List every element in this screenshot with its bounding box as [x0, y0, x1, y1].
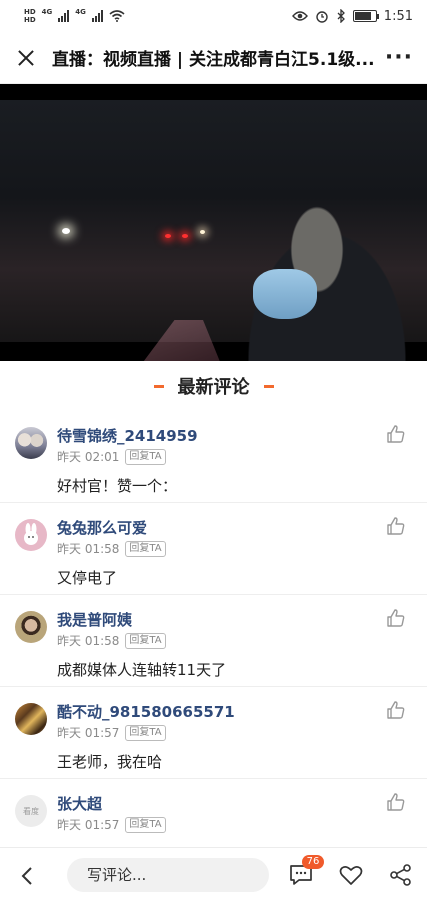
header-dash-right: [263, 384, 274, 388]
avatar[interactable]: [15, 427, 47, 459]
thumbs-up-icon[interactable]: [385, 791, 407, 813]
comment-username[interactable]: 张大超: [57, 793, 102, 814]
status-left: HD HD 4G 4G: [24, 8, 125, 24]
bottom-bar: 写评论... 76: [0, 847, 427, 915]
status-right: 1:51: [291, 8, 413, 24]
comment-meta: 昨天 01:58 回复TA: [57, 632, 166, 649]
reply-button[interactable]: 回复TA: [125, 816, 166, 833]
comment-item: 待雪锦绣_2414959 昨天 02:01 回复TA 好村官！赞一个：: [0, 411, 427, 503]
reply-button[interactable]: 回复TA: [125, 632, 166, 649]
comment-meta: 昨天 01:58 回复TA: [57, 540, 166, 557]
avatar[interactable]: 看度: [15, 795, 47, 827]
eye-icon: [291, 11, 308, 21]
reply-button[interactable]: 回复TA: [125, 724, 166, 741]
comment-meta: 昨天 02:01 回复TA: [57, 448, 166, 465]
comment-username[interactable]: 酷不动_981580665571: [57, 701, 235, 722]
avatar[interactable]: [15, 703, 47, 735]
header-dash-left: [153, 384, 164, 388]
avatar[interactable]: [15, 519, 47, 551]
streetlight: [200, 230, 205, 234]
battery-icon: [352, 10, 379, 22]
share-icon[interactable]: [388, 862, 414, 888]
clock: 1:51: [383, 8, 413, 24]
comment-time: 昨天 02:01: [57, 450, 120, 464]
section-title: 最新评论: [177, 377, 250, 398]
comment-text: 好村官！赞一个：: [57, 477, 178, 495]
thumbs-up-icon[interactable]: [385, 423, 407, 445]
avatar-text: 看度: [23, 806, 39, 816]
comment-username[interactable]: 待雪锦绣_2414959: [57, 425, 198, 446]
reply-button[interactable]: 回复TA: [125, 448, 166, 465]
comment-text: 又停电了: [57, 569, 118, 587]
comment-input[interactable]: 写评论...: [67, 858, 269, 892]
wifi-icon: [109, 10, 125, 22]
taillight: [182, 234, 188, 238]
signal-icon: [91, 10, 103, 22]
comment-item: 兔兔那么可爱 昨天 01:58 回复TA 又停电了: [0, 503, 427, 595]
status-bar: HD HD 4G 4G 1:51: [0, 0, 427, 32]
comment-time: 昨天 01:57: [57, 726, 120, 740]
comment-list[interactable]: 待雪锦绣_2414959 昨天 02:01 回复TA 好村官！赞一个： 兔兔那么…: [0, 411, 427, 847]
taillight: [165, 234, 171, 238]
network-label-1: 4G: [41, 8, 53, 16]
comment-text: 成都媒体人连轴转11天了: [57, 661, 227, 679]
avatar[interactable]: [15, 611, 47, 643]
live-video-player[interactable]: [0, 84, 427, 361]
thumbs-up-icon[interactable]: [385, 515, 407, 537]
page-title: 直播：视频直播 | 关注成都青白江5.1级...: [52, 50, 375, 70]
hd-indicator: HD HD: [24, 8, 36, 24]
battery-fill: [354, 12, 372, 20]
title-bar: 直播：视频直播 | 关注成都青白江5.1级... ···: [0, 32, 427, 84]
thumbs-up-icon[interactable]: [385, 607, 407, 629]
thumbs-up-icon[interactable]: [385, 699, 407, 721]
comment-meta: 昨天 01:57 回复TA: [57, 724, 166, 741]
comment-username[interactable]: 兔兔那么可爱: [57, 517, 147, 538]
comment-item: 我是普阿姨 昨天 01:58 回复TA 成都媒体人连轴转11天了: [0, 595, 427, 687]
comment-count-badge: 76: [302, 855, 324, 869]
comment-item: 酷不动_981580665571 昨天 01:57 回复TA 王老师，我在哈: [0, 687, 427, 779]
hd-label-1: HD: [24, 8, 36, 16]
comment-item: 看度 张大超 昨天 01:57 回复TA: [0, 779, 427, 847]
more-options-button[interactable]: ···: [383, 45, 413, 70]
comment-username[interactable]: 我是普阿姨: [57, 609, 132, 630]
comment-time: 昨天 01:58: [57, 542, 120, 556]
rabbit-icon: [24, 523, 38, 545]
close-button[interactable]: [14, 46, 38, 70]
comment-time: 昨天 01:58: [57, 634, 120, 648]
bluetooth-icon: [337, 9, 345, 23]
comments-header: 最新评论: [0, 361, 427, 411]
comment-meta: 昨天 01:57 回复TA: [57, 816, 166, 833]
hd-label-2: HD: [24, 16, 36, 24]
headlight: [62, 228, 70, 234]
comment-time: 昨天 01:57: [57, 818, 120, 832]
chevron-left-icon[interactable]: [16, 864, 40, 888]
network-label-2: 4G: [75, 8, 86, 16]
heart-icon[interactable]: [338, 862, 364, 888]
reply-button[interactable]: 回复TA: [125, 540, 166, 557]
signal-icon: [58, 10, 70, 22]
alarm-icon: [316, 11, 328, 23]
comment-text: 王老师，我在哈: [57, 753, 163, 771]
face-mask: [253, 269, 317, 319]
